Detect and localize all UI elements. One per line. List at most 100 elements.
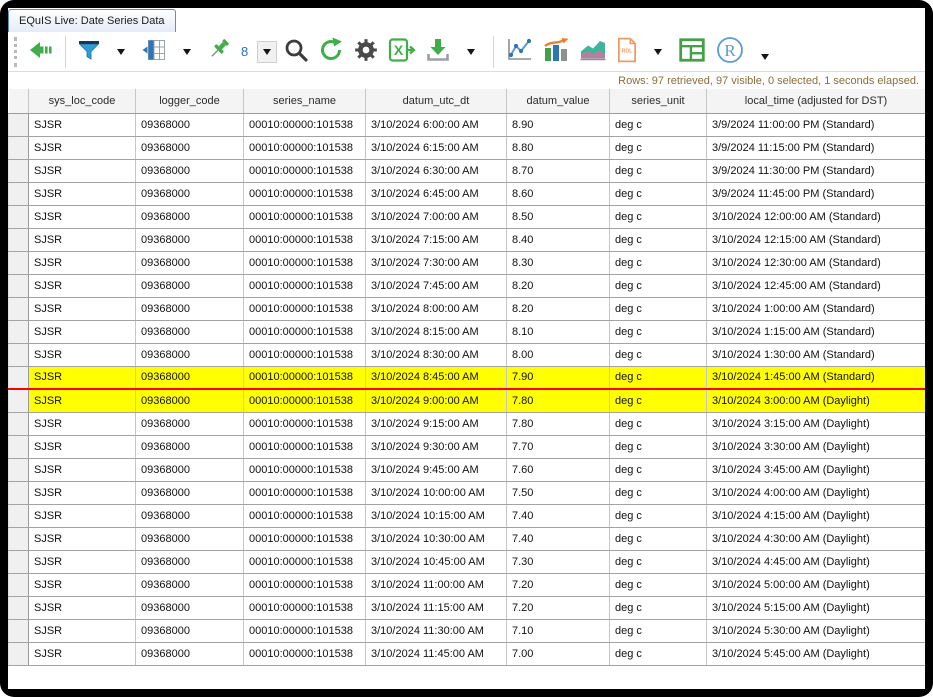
table-cell[interactable]: SJSR: [29, 343, 136, 366]
column-chooser-button[interactable]: [138, 35, 170, 69]
table-cell[interactable]: deg c: [610, 527, 707, 550]
row-selector[interactable]: [9, 297, 29, 320]
column-header[interactable]: datum_utc_dt: [366, 89, 507, 113]
settings-button[interactable]: [350, 35, 382, 69]
table-cell[interactable]: 00010:00000:101538: [244, 159, 366, 182]
pin-rows-button[interactable]: [204, 35, 236, 69]
table-cell[interactable]: 3/10/2024 11:15:00 AM: [366, 596, 507, 619]
table-cell[interactable]: 09368000: [136, 136, 244, 159]
table-cell[interactable]: 3/10/2024 7:15:00 AM: [366, 228, 507, 251]
table-cell[interactable]: deg c: [610, 619, 707, 642]
table-row[interactable]: SJSR0936800000010:00000:1015383/10/2024 …: [9, 366, 926, 389]
table-cell[interactable]: 09368000: [136, 435, 244, 458]
filter-button[interactable]: [74, 35, 104, 69]
table-row[interactable]: SJSR0936800000010:00000:1015383/10/2024 …: [9, 412, 926, 435]
download-dropdown-button[interactable]: [457, 35, 485, 69]
toolbar-drag-handle[interactable]: [14, 37, 17, 67]
table-cell[interactable]: deg c: [610, 366, 707, 389]
column-header[interactable]: datum_value: [507, 89, 610, 113]
table-cell[interactable]: 7.20: [507, 596, 610, 619]
table-cell[interactable]: deg c: [610, 412, 707, 435]
table-cell[interactable]: 3/9/2024 11:30:00 PM (Standard): [707, 159, 926, 182]
table-row[interactable]: SJSR0936800000010:00000:1015383/10/2024 …: [9, 182, 926, 205]
table-cell[interactable]: 8.80: [507, 136, 610, 159]
table-cell[interactable]: 09368000: [136, 596, 244, 619]
excel-export-button[interactable]: X: [385, 35, 419, 69]
row-selector[interactable]: [9, 251, 29, 274]
table-cell[interactable]: deg c: [610, 251, 707, 274]
table-cell[interactable]: SJSR: [29, 550, 136, 573]
area-chart-button[interactable]: [576, 35, 610, 69]
layout-button[interactable]: [675, 35, 709, 69]
table-row[interactable]: SJSR0936800000010:00000:1015383/10/2024 …: [9, 136, 926, 159]
table-cell[interactable]: deg c: [610, 481, 707, 504]
table-cell[interactable]: 7.10: [507, 619, 610, 642]
table-cell[interactable]: 09368000: [136, 458, 244, 481]
search-button[interactable]: [280, 35, 312, 69]
back-button[interactable]: [25, 35, 57, 69]
row-selector[interactable]: [9, 320, 29, 343]
table-cell[interactable]: SJSR: [29, 642, 136, 665]
table-cell[interactable]: deg c: [610, 458, 707, 481]
table-cell[interactable]: 7.60: [507, 458, 610, 481]
row-selector[interactable]: [9, 343, 29, 366]
table-cell[interactable]: 7.40: [507, 504, 610, 527]
pin-count-dropdown[interactable]: [257, 41, 277, 63]
table-cell[interactable]: 00010:00000:101538: [244, 481, 366, 504]
table-cell[interactable]: deg c: [610, 642, 707, 665]
table-cell[interactable]: SJSR: [29, 182, 136, 205]
table-cell[interactable]: 09368000: [136, 320, 244, 343]
table-cell[interactable]: SJSR: [29, 619, 136, 642]
table-cell[interactable]: 00010:00000:101538: [244, 573, 366, 596]
table-row[interactable]: SJSR0936800000010:00000:1015383/10/2024 …: [9, 274, 926, 297]
table-cell[interactable]: 8.10: [507, 320, 610, 343]
row-selector[interactable]: [9, 619, 29, 642]
table-cell[interactable]: deg c: [610, 435, 707, 458]
column-chooser-dropdown-button[interactable]: [173, 35, 201, 69]
row-selector[interactable]: [9, 182, 29, 205]
table-cell[interactable]: 00010:00000:101538: [244, 527, 366, 550]
table-cell[interactable]: 09368000: [136, 274, 244, 297]
table-row[interactable]: SJSR0936800000010:00000:1015383/10/2024 …: [9, 389, 926, 412]
table-cell[interactable]: 3/10/2024 8:15:00 AM: [366, 320, 507, 343]
tab-date-series-data[interactable]: EQuIS Live: Date Series Data: [8, 9, 176, 32]
table-cell[interactable]: 09368000: [136, 504, 244, 527]
table-cell[interactable]: 3/10/2024 3:00:00 AM (Daylight): [707, 389, 926, 412]
table-row[interactable]: SJSR0936800000010:00000:1015383/10/2024 …: [9, 642, 926, 665]
table-cell[interactable]: 3/10/2024 6:00:00 AM: [366, 113, 507, 136]
column-header[interactable]: series_unit: [610, 89, 707, 113]
table-cell[interactable]: 09368000: [136, 182, 244, 205]
table-cell[interactable]: 09368000: [136, 527, 244, 550]
table-cell[interactable]: SJSR: [29, 320, 136, 343]
table-row[interactable]: SJSR0936800000010:00000:1015383/10/2024 …: [9, 481, 926, 504]
table-cell[interactable]: 3/10/2024 4:00:00 AM (Daylight): [707, 481, 926, 504]
table-cell[interactable]: SJSR: [29, 366, 136, 389]
row-selector[interactable]: [9, 573, 29, 596]
table-cell[interactable]: deg c: [610, 274, 707, 297]
table-cell[interactable]: 3/10/2024 1:30:00 AM (Standard): [707, 343, 926, 366]
row-selector[interactable]: [9, 550, 29, 573]
table-cell[interactable]: deg c: [610, 320, 707, 343]
table-cell[interactable]: deg c: [610, 504, 707, 527]
table-cell[interactable]: 00010:00000:101538: [244, 504, 366, 527]
row-selector[interactable]: [9, 366, 29, 389]
table-cell[interactable]: 09368000: [136, 642, 244, 665]
table-cell[interactable]: 00010:00000:101538: [244, 619, 366, 642]
row-selector[interactable]: [9, 412, 29, 435]
table-cell[interactable]: 00010:00000:101538: [244, 343, 366, 366]
table-cell[interactable]: 00010:00000:101538: [244, 228, 366, 251]
table-cell[interactable]: 3/10/2024 12:00:00 AM (Standard): [707, 205, 926, 228]
table-cell[interactable]: 3/10/2024 5:15:00 AM (Daylight): [707, 596, 926, 619]
table-cell[interactable]: 3/10/2024 3:30:00 AM (Daylight): [707, 435, 926, 458]
table-cell[interactable]: 8.60: [507, 182, 610, 205]
table-cell[interactable]: 3/10/2024 3:45:00 AM (Daylight): [707, 458, 926, 481]
table-cell[interactable]: SJSR: [29, 481, 136, 504]
table-cell[interactable]: 09368000: [136, 389, 244, 412]
table-cell[interactable]: 3/10/2024 7:45:00 AM: [366, 274, 507, 297]
table-cell[interactable]: 09368000: [136, 412, 244, 435]
column-header[interactable]: sys_loc_code: [29, 89, 136, 113]
table-cell[interactable]: deg c: [610, 343, 707, 366]
table-cell[interactable]: 3/10/2024 11:30:00 AM: [366, 619, 507, 642]
table-cell[interactable]: 09368000: [136, 251, 244, 274]
table-cell[interactable]: deg c: [610, 136, 707, 159]
